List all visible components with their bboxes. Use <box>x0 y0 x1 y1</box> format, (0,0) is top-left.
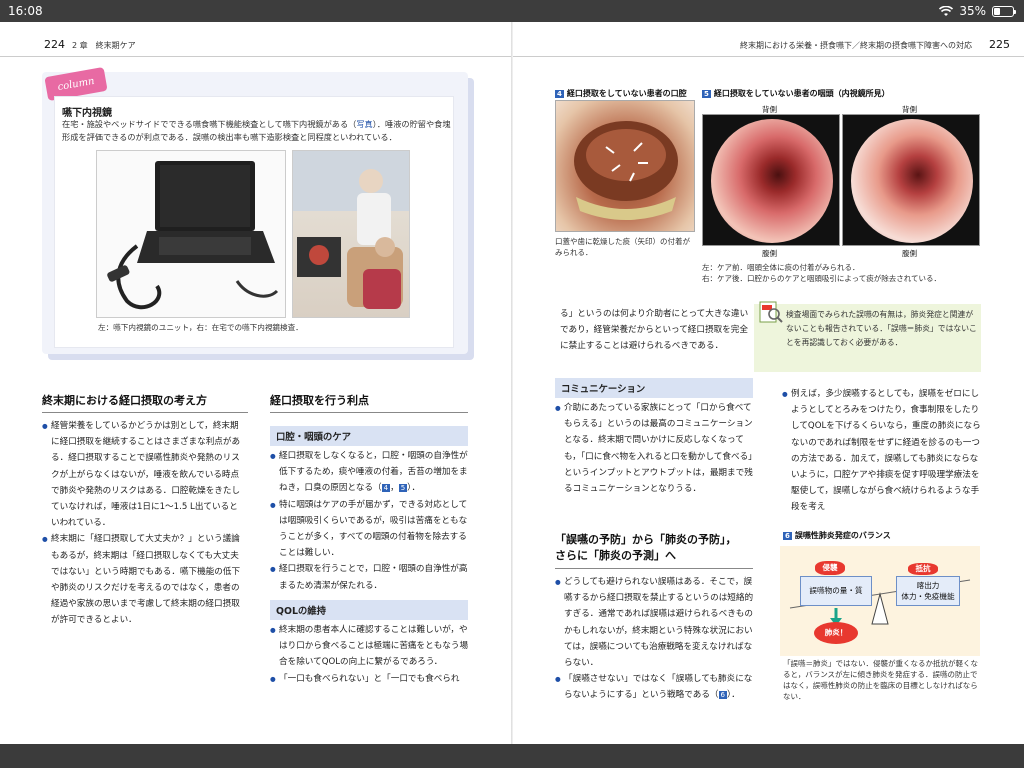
figure-number: 6 <box>783 532 792 540</box>
endoscopy-view <box>851 119 973 243</box>
endoscope-unit-photo <box>96 150 286 318</box>
column-caption: 左：嚥下内視鏡のユニット，右：在宅での嚥下内視鏡検査． <box>98 323 303 332</box>
running-head: 2 章 終末期ケア <box>72 41 136 50</box>
home-endoscopy-photo <box>292 150 410 318</box>
column-title: 嚥下内視鏡 <box>62 108 112 119</box>
section-body: 介助にあたっている家族にとって「口から食べてもらえる」というのは最高のコミュニケ… <box>555 400 755 497</box>
figure-4-title: 4 経口摂取をしていない患者の口腔 <box>555 89 687 98</box>
paragraph-continued: る」というのは何より介助者にとって大きな違いであり，経管栄養だからといって経口摂… <box>560 309 749 352</box>
pneumonia-burst: 肺炎！ <box>814 622 858 644</box>
defense-node: 喀出力 体力・免疫機能 <box>896 576 960 606</box>
header-rule <box>513 56 1024 57</box>
figure-number: 4 <box>555 90 564 98</box>
endoscopy-after-image <box>842 114 980 246</box>
bullet-item: 「一口も食べられない」と「一口でも食べられ <box>270 671 470 687</box>
battery-level <box>994 7 1000 15</box>
figure-ref[interactable]: 5 <box>398 484 408 493</box>
figure-5-caption: 左：ケア前．咽頭全体に痰の付着がみられる． 右：ケア後．口腔からのケアと咽頭吸引… <box>702 263 942 283</box>
section-heading: 「誤嚥の予防」から「肺炎の予防」， さらに「肺炎の予測」へ <box>555 532 753 569</box>
section-body: どうしても避けられない誤嚥はある．そこで，誤嚥するから経口摂取を禁止するというの… <box>555 574 755 704</box>
page-number: 225 <box>989 38 1010 51</box>
section-body: 経管栄養をしているかどうかは別として，終末期に経口摂取を継続することはさまざまな… <box>42 418 242 629</box>
label-ventral-left: 腹側 <box>762 249 777 258</box>
status-time: 16:08 <box>8 4 43 18</box>
status-indicators: 35% <box>939 4 1016 18</box>
sub-heading: コミュニケーション <box>555 378 753 398</box>
resistance-burst: 抵抗 <box>908 563 938 575</box>
status-bar: 16:08 35% <box>0 0 1024 22</box>
bullet-item: 経口摂取を行うことで，口腔・咽頭の自浄性が高まるため清潔が保たれる． <box>270 561 470 593</box>
page-number: 224 <box>44 38 65 51</box>
figure-ref[interactable]: 6 <box>718 691 727 700</box>
endoscopy-before-image <box>702 114 840 246</box>
figure-ref[interactable]: 4 <box>381 484 391 493</box>
aspiration-amount-node: 誤嚥物の量・質 <box>800 576 872 606</box>
battery-percent: 35% <box>959 4 986 18</box>
oral-cavity-photo <box>555 100 695 232</box>
magnifier-note-icon <box>759 301 783 323</box>
header-rule <box>0 56 512 57</box>
figure-5-title: 5 経口摂取をしていない患者の咽頭（内視鏡所見） <box>702 89 890 98</box>
invasion-burst: 侵襲 <box>815 561 845 575</box>
figure-6-caption: 「誤嚥＝肺炎」ではない．侵襲が重くなるか抵抗が軽くなると，バランスが左に傾き肺炎… <box>783 659 978 701</box>
bullet-item: 特に咽頭はケアの手が届かず，できる対応としては咽頭吸引くらいであるが，吸引は苦痛… <box>270 497 470 562</box>
bullet-item: 介助にあたっている家族にとって「口から食べてもらえる」というのは最高のコミュニケ… <box>555 400 755 497</box>
bottom-bar <box>0 744 1024 768</box>
bullet-item: どうしても避けられない誤嚥はある．そこで，誤嚥するから経口摂取を禁止するというの… <box>555 574 755 671</box>
bullet-item: 終末期に「経口摂取して大丈夫か？」という議論もあるが，終末期は「経口摂取しなくて… <box>42 531 242 628</box>
photo-reference: 写真 <box>356 119 373 129</box>
section-heading: 終末期における経口摂取の考え方 <box>42 392 248 413</box>
section-body: 終末期の患者本人に確認することは難しいが，やはり口から食べることは極端に苦痛をと… <box>270 622 470 687</box>
sub-heading: QOLの維持 <box>270 600 468 620</box>
note-text: 検査場面でみられた誤嚥の有無は，肺炎発症と関連がないことも報告されている．「誤嚥… <box>786 310 977 347</box>
running-head: 終末期における栄養・摂食嚥下／終末期の摂食嚥下障害への対応 <box>740 41 972 50</box>
battery-icon <box>992 5 1016 17</box>
section-body: 経口摂取をしなくなると，口腔・咽頭の自浄性が低下するため，痰や唾液の付着，舌苔の… <box>270 448 470 594</box>
column-text: 在宅・施設やベッドサイドでできる嚥食嚥下機能検査として嚥下内視鏡がある（写真）．… <box>62 119 451 142</box>
bullet-item: 終末期の患者本人に確認することは難しいが，やはり口から食べることは極端に苦痛をと… <box>270 622 470 671</box>
bullet-item: 「誤嚥させない」ではなく「誤嚥しても肺炎にならないようにする」という戦略である（… <box>555 671 755 703</box>
bullet-item: 経口摂取をしなくなると，口腔・咽頭の自浄性が低下するため，痰や唾液の付着，舌苔の… <box>270 448 470 497</box>
bullet-item: 例えば，多少誤嚥するとしても，誤嚥をゼロにしようとしてとろみをつけたり，食事制限… <box>782 386 982 516</box>
bullet-item: 経管栄養をしているかどうかは別として，終末期に経口摂取を継続することはさまざまな… <box>42 418 242 531</box>
sub-heading: 口腔・咽頭のケア <box>270 426 468 446</box>
figure-4-caption: 口蓋や歯に乾燥した痰（矢印）の付着がみられる． <box>555 237 690 257</box>
label-ventral-right: 腹側 <box>902 249 917 258</box>
section-body: 例えば，多少誤嚥するとしても，誤嚥をゼロにしようとしてとろみをつけたり，食事制限… <box>782 386 982 516</box>
section-heading: 経口摂取を行う利点 <box>270 392 468 413</box>
figure-number: 5 <box>702 90 711 98</box>
endoscopy-view <box>711 119 833 243</box>
wifi-icon <box>939 5 954 16</box>
figure-6-title: 6 誤嚥性肺炎発症のバランス <box>783 531 891 540</box>
